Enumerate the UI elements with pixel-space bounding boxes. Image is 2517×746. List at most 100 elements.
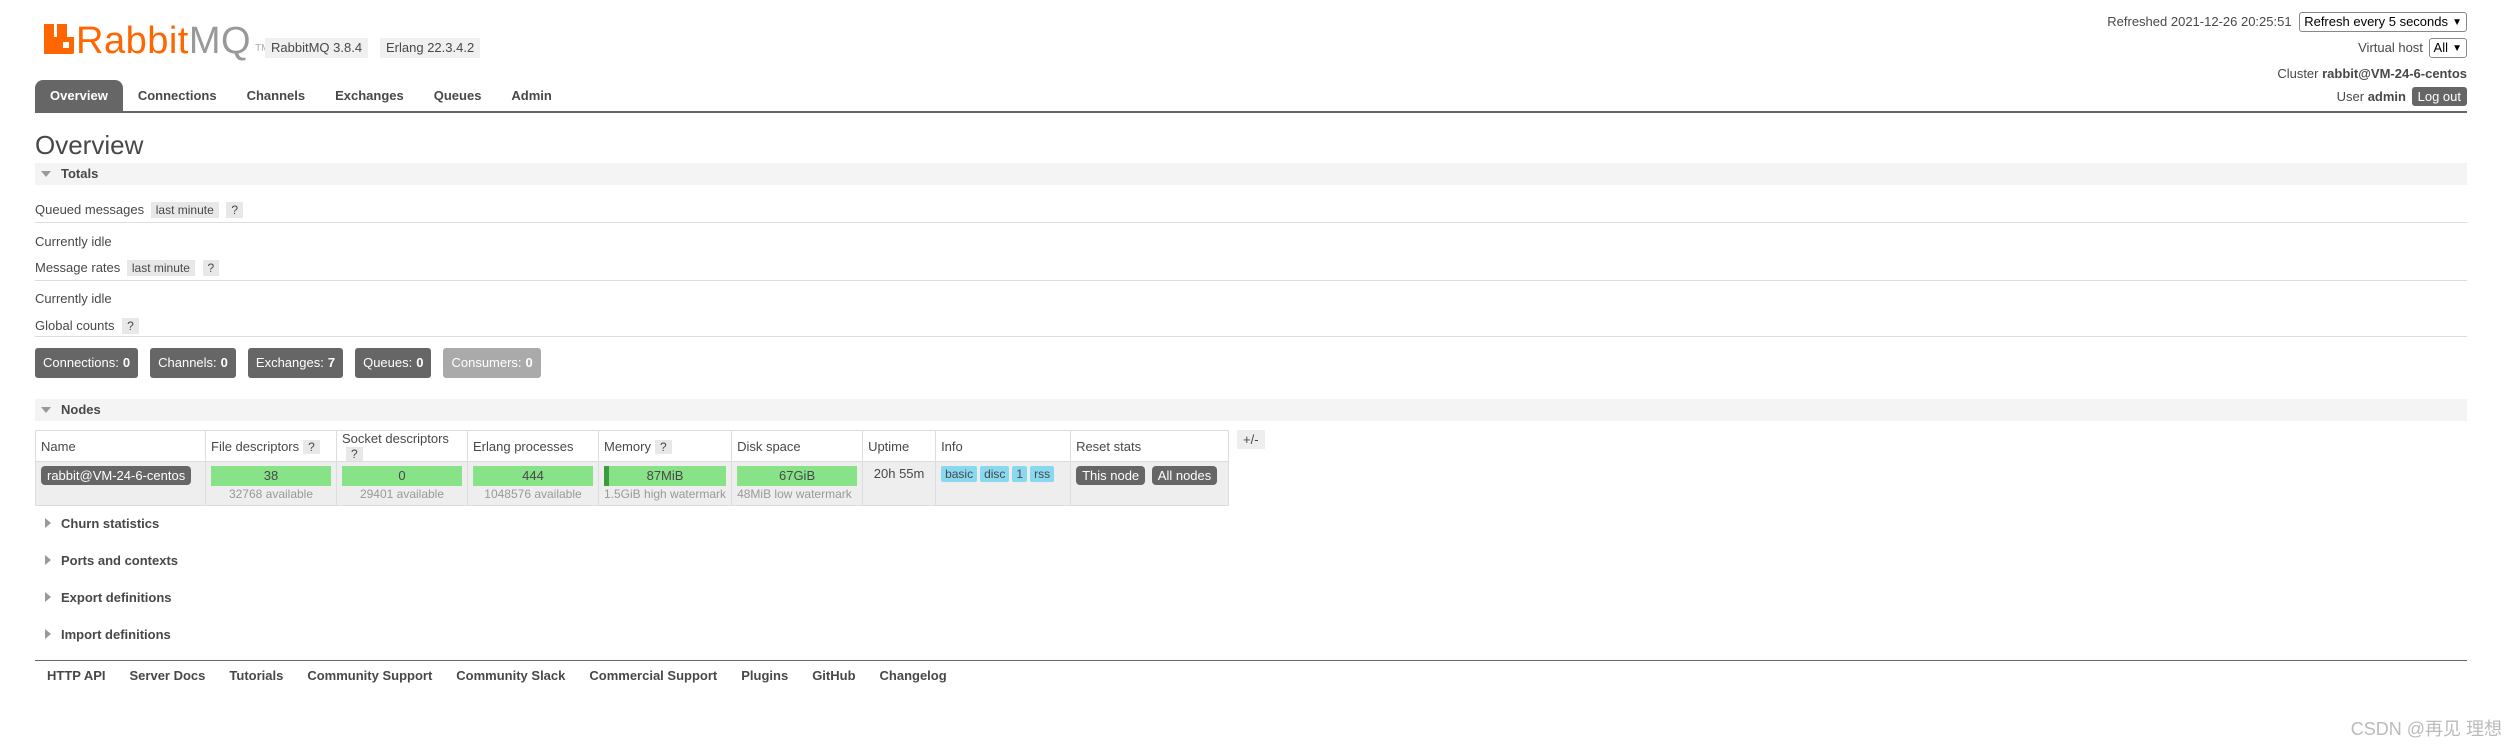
totals-section-header[interactable]: Totals [35, 163, 2467, 185]
churn-statistics-header[interactable]: Churn statistics [35, 513, 2467, 535]
memory-bar: 87MiB [604, 466, 727, 486]
channels-count[interactable]: Channels: 0 [150, 348, 236, 378]
refresh-area: Refreshed 2021-12-26 20:25:51 Refresh ev… [2107, 12, 2467, 32]
col-file-descriptors: File descriptors? [205, 430, 337, 462]
help-icon[interactable]: ? [303, 439, 320, 454]
connections-count[interactable]: Connections: 0 [35, 348, 139, 378]
memory-cell: 87MiB 1.5GiB high watermark [597, 461, 733, 506]
queues-count[interactable]: Queues: 0 [355, 348, 432, 378]
churn-statistics-title: Churn statistics [61, 516, 160, 531]
expand-triangle-icon [45, 629, 51, 639]
tab-queues[interactable]: Queues [419, 80, 497, 112]
node-name-link[interactable]: rabbit@VM-24-6-centos [41, 466, 192, 485]
info-cell: basic disc 1 rss [935, 461, 1072, 506]
tab-connections[interactable]: Connections [123, 80, 232, 112]
node-name-cell: rabbit@VM-24-6-centos [35, 461, 206, 506]
disk-watermark: 48MiB low watermark [737, 487, 852, 501]
col-socket-descriptors: Socket descriptors? [336, 430, 468, 462]
nodes-section-header[interactable]: Nodes [35, 399, 2467, 421]
message-rates-label: Message rates [35, 260, 121, 275]
col-name: Name [35, 430, 206, 462]
help-icon[interactable]: ? [654, 439, 672, 454]
fd-bar: 38 [211, 466, 331, 486]
fd-available: 32768 available [228, 487, 314, 501]
divider [35, 336, 2467, 337]
footer-link-plugins[interactable]: Plugins [741, 668, 788, 683]
table-row: rabbit@VM-24-6-centos 38 32768 available… [35, 461, 1230, 506]
queued-range-chip[interactable]: last minute [150, 202, 219, 218]
refreshed-timestamp: Refreshed 2021-12-26 20:25:51 [2107, 14, 2292, 29]
ports-contexts-title: Ports and contexts [61, 553, 179, 568]
divider [35, 222, 2467, 223]
help-icon[interactable]: ? [122, 318, 139, 334]
table-header-row: Name File descriptors? Socket descriptor… [35, 430, 1230, 462]
global-counts: Connections: 0 Channels: 0 Exchanges: 7 Que… [35, 348, 541, 378]
message-rates-row: Message rates last minute ? [35, 260, 220, 276]
main-nav-tabs: Overview Connections Channels Exchanges … [35, 80, 567, 112]
page-title: Overview [35, 130, 144, 160]
rabbitmq-version: RabbitMQ 3.8.4 [265, 38, 369, 58]
sd-cell: 0 29401 available [336, 461, 468, 506]
footer-link-commercial-support[interactable]: Commercial Support [589, 668, 717, 683]
footer-link-community-support[interactable]: Community Support [307, 668, 432, 683]
help-icon[interactable]: ? [202, 260, 220, 276]
col-erlang-processes: Erlang processes [467, 430, 599, 462]
info-tag-basic: basic [941, 466, 978, 482]
reset-all-nodes-button[interactable]: All nodes [1151, 466, 1218, 485]
ports-contexts-header[interactable]: Ports and contexts [35, 550, 2467, 572]
tab-overview[interactable]: Overview [35, 80, 123, 112]
info-tag-count: 1 [1012, 466, 1028, 482]
ep-available: 1048576 available [484, 487, 582, 501]
exchanges-count[interactable]: Exchanges: 7 [247, 348, 344, 378]
tab-underline [35, 111, 2467, 113]
global-counts-label: Global counts [35, 318, 115, 333]
column-toggle-button[interactable]: +/- [1237, 430, 1265, 449]
col-memory: Memory? [597, 430, 733, 462]
tab-channels[interactable]: Channels [232, 80, 321, 112]
col-reset-stats: Reset stats [1070, 430, 1230, 462]
uptime-cell: 20h 55m [862, 461, 937, 506]
vhost-area: Virtual host All ▼ [2358, 38, 2467, 58]
info-tag-disc: disc [980, 466, 1010, 482]
chevron-down-icon: ▼ [2452, 43, 2462, 54]
nodes-table: Name File descriptors? Socket descriptor… [35, 430, 1230, 506]
expand-triangle-icon [45, 592, 51, 602]
erlang-version: Erlang 22.3.4.2 [380, 38, 481, 58]
ep-cell: 444 1048576 available [467, 461, 599, 506]
footer-link-github[interactable]: GitHub [812, 668, 855, 683]
help-icon[interactable]: ? [346, 447, 363, 461]
rabbitmq-logo: RabbitMQ TM [44, 20, 270, 60]
memory-watermark: 1.5GiB high watermark [604, 487, 727, 501]
logout-button[interactable]: Log out [2411, 87, 2467, 106]
expand-triangle-icon [45, 555, 51, 565]
disk-bar: 67GiB [737, 466, 858, 486]
consumers-count[interactable]: Consumers: 0 [443, 348, 541, 378]
export-definitions-header[interactable]: Export definitions [35, 587, 2467, 609]
disk-cell: 67GiB 48MiB low watermark [731, 461, 864, 506]
rates-idle-text: Currently idle [35, 291, 112, 306]
import-definitions-title: Import definitions [61, 627, 171, 642]
footer-link-tutorials[interactable]: Tutorials [229, 668, 283, 683]
col-info: Info [935, 430, 1072, 462]
user-info: User admin Log out [2337, 87, 2467, 106]
refresh-interval-select[interactable]: Refresh every 5 seconds ▼ [2299, 12, 2467, 32]
user-name: admin [2367, 89, 2406, 104]
footer-link-server-docs[interactable]: Server Docs [130, 668, 206, 683]
reset-this-node-button[interactable]: This node [1076, 466, 1146, 485]
logo-text: RabbitMQ [76, 20, 252, 62]
footer-link-community-slack[interactable]: Community Slack [456, 668, 565, 683]
help-icon[interactable]: ? [226, 202, 244, 218]
tab-exchanges[interactable]: Exchanges [320, 80, 419, 112]
rates-range-chip[interactable]: last minute [126, 260, 195, 276]
queued-idle-text: Currently idle [35, 234, 112, 249]
info-tag-rss: rss [1030, 466, 1055, 482]
ep-bar: 444 [473, 466, 593, 486]
tab-admin[interactable]: Admin [496, 80, 566, 112]
footer-link-changelog[interactable]: Changelog [880, 668, 947, 683]
rabbitmq-logo-icon [44, 24, 74, 54]
chevron-down-icon: ▼ [2452, 17, 2462, 28]
footer-link-http-api[interactable]: HTTP API [47, 668, 106, 683]
expand-triangle-icon [45, 518, 51, 528]
vhost-select[interactable]: All ▼ [2428, 38, 2467, 58]
import-definitions-header[interactable]: Import definitions [35, 624, 2467, 646]
